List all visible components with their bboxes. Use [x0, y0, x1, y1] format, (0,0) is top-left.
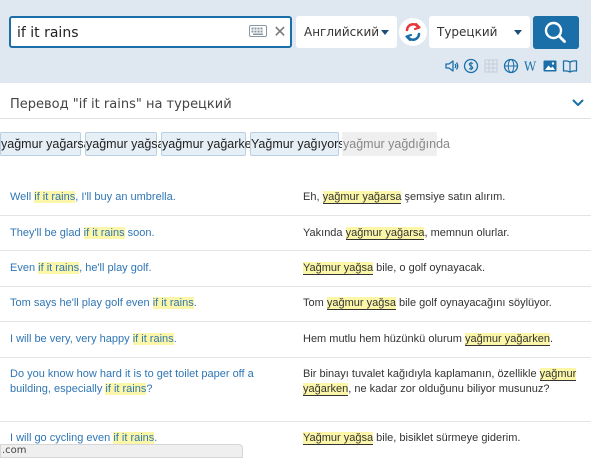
divider — [0, 118, 591, 119]
example-source[interactable]: They'll be glad if it rains soon. — [10, 226, 275, 241]
dollar-circle-icon[interactable] — [463, 58, 479, 74]
result-title: Перевод "if it rains" на турецкий — [10, 97, 232, 112]
chevron-down-icon[interactable] — [572, 98, 584, 108]
search-input[interactable] — [17, 21, 245, 45]
example-translation: Yağmur yağsa bile, bisiklet sürmeye gide… — [303, 432, 521, 445]
wikipedia-icon[interactable]: W — [522, 58, 538, 74]
svg-text:W: W — [524, 60, 537, 74]
globe-icon[interactable] — [503, 58, 519, 74]
translation-chip[interactable]: yağmur yağsa — [85, 132, 165, 156]
source-language-select[interactable]: Английский — [296, 16, 397, 48]
search-box[interactable]: ✕ — [9, 16, 292, 48]
example-translation: Yağmur yağsa bile, o golf oynayacak. — [303, 262, 486, 275]
divider — [0, 286, 591, 287]
example-translation: Tom yağmur yağsa bile golf oynayacağını … — [303, 297, 552, 310]
translation-chips: yağmur yağarsa yağmur yağsa yağmur yağar… — [0, 132, 591, 157]
example-translation: Hem mutlu hem hüzünkü olurum yağmur yağa… — [303, 333, 554, 346]
example-translation: Bir binayı tuvalet kağıdıyla kaplamanın,… — [303, 368, 577, 396]
divider — [0, 421, 591, 422]
example-source[interactable]: Even if it rains, he'll play golf. — [10, 261, 275, 276]
example-translation: Eh, yağmur yağarsa şemsiye satın alırım. — [303, 191, 506, 204]
divider — [0, 215, 591, 216]
translation-chip[interactable]: yağmur yağarken — [161, 132, 259, 156]
example-source[interactable]: Well if it rains, I'll buy an umbrella. — [10, 190, 275, 205]
tool-icons: W — [441, 58, 586, 76]
translation-chip[interactable]: yağmur yağarsa — [0, 132, 91, 156]
divider — [0, 357, 591, 358]
book-icon[interactable] — [562, 58, 578, 74]
divider — [0, 250, 591, 251]
target-language-select[interactable]: Турецкий — [429, 16, 530, 48]
clear-icon[interactable]: ✕ — [273, 22, 287, 42]
grid-icon — [484, 59, 498, 73]
translation-chip[interactable]: Yağmur yağıyorsa — [250, 132, 352, 156]
example-translation: Yakında yağmur yağarsa, memnun olurlar. — [303, 227, 510, 240]
divider — [0, 321, 591, 322]
keyboard-icon[interactable] — [249, 25, 267, 37]
search-button[interactable] — [533, 16, 579, 49]
example-source[interactable]: Tom says he'll play golf even if it rain… — [10, 296, 275, 311]
swap-languages-button[interactable] — [399, 18, 427, 46]
example-source[interactable]: I will be very, very happy if it rains. — [10, 332, 275, 347]
chevron-down-icon — [514, 30, 522, 35]
image-icon[interactable] — [542, 58, 558, 74]
status-bar: .com — [0, 444, 243, 458]
result-header: Перевод "if it rains" на турецкий — [0, 83, 591, 123]
example-source[interactable]: Do you know how hard it is to get toilet… — [10, 367, 275, 397]
search-toolbar: ✕ Английский Турецкий — [0, 0, 591, 83]
source-language-label: Английский — [304, 25, 380, 39]
chevron-down-icon — [381, 30, 389, 35]
target-language-label: Турецкий — [437, 25, 498, 39]
translation-chip[interactable]: yağmur yağdığında — [342, 132, 450, 156]
speaker-icon[interactable] — [444, 58, 460, 74]
